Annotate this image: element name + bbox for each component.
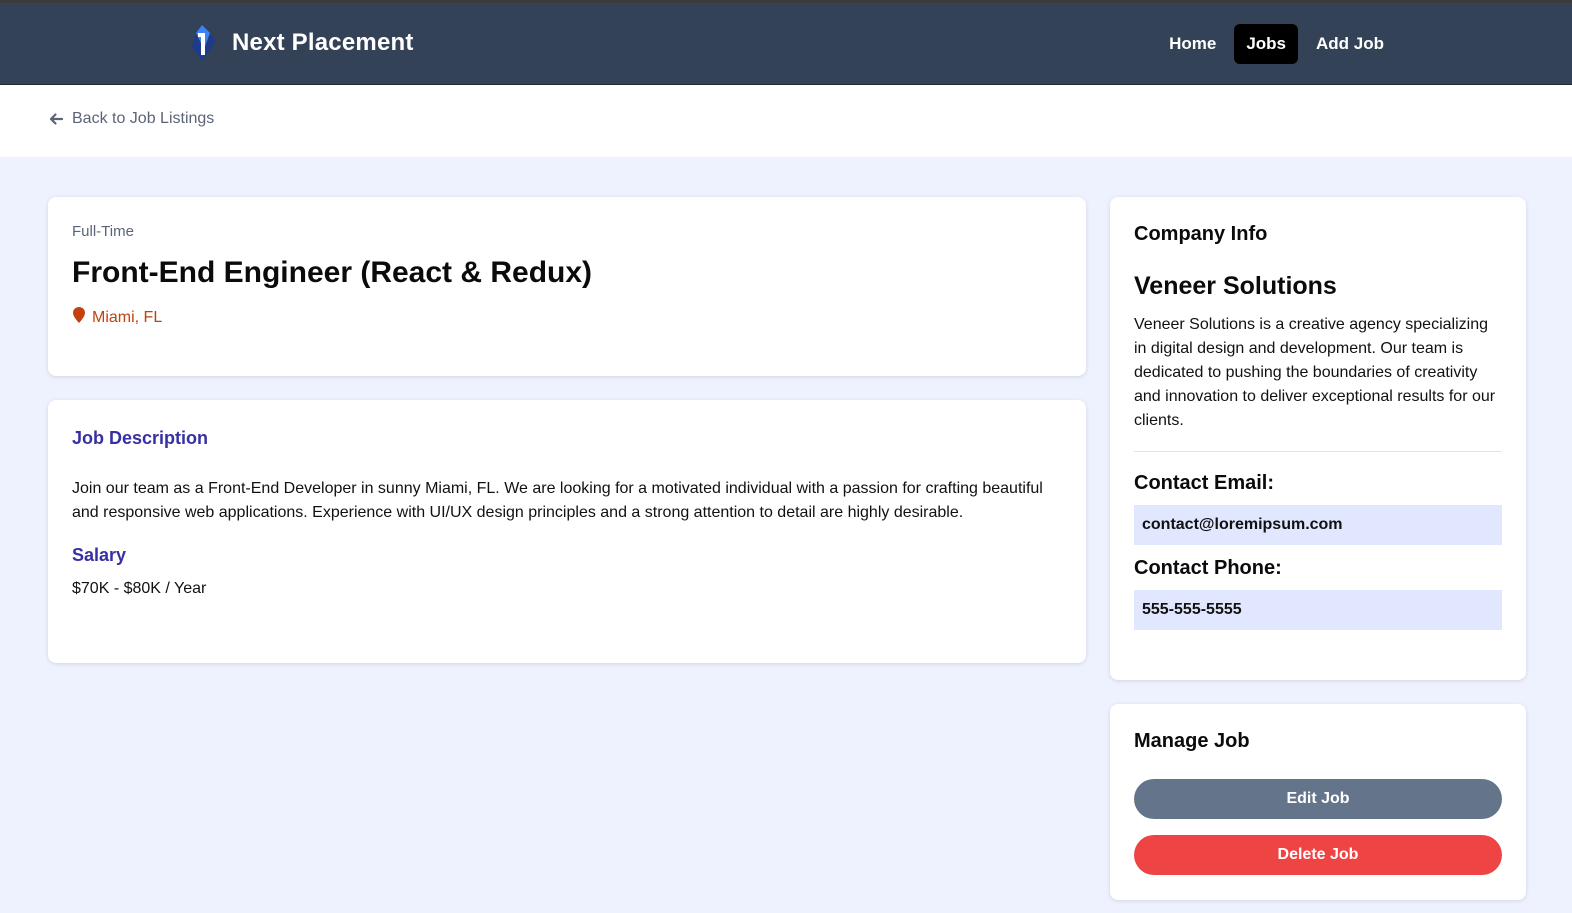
job-title: Front-End Engineer (React & Redux) (72, 256, 593, 289)
job-description-card: Job Description Join our team as a Front… (48, 400, 1086, 663)
contact-email-value[interactable]: contact@loremipsum.com (1134, 505, 1502, 545)
brand-name: Next Placement (232, 29, 414, 56)
company-info-card: Company Info Veneer Solutions Veneer Sol… (1110, 197, 1526, 680)
company-info-heading: Company Info (1134, 223, 1268, 245)
job-location-text: Miami, FL (92, 308, 163, 326)
delete-job-button[interactable]: Delete Job (1134, 835, 1502, 875)
contact-phone-value[interactable]: 555-555-5555 (1134, 590, 1502, 630)
company-description: Veneer Solutions is a creative agency sp… (1134, 316, 1496, 429)
contact-phone-label: Contact Phone: (1134, 557, 1282, 579)
contact-email-label: Contact Email: (1134, 472, 1275, 494)
job-location: Miami, FL (72, 306, 1062, 329)
salary-heading: Salary (72, 545, 127, 565)
job-type: Full-Time (72, 223, 134, 240)
back-to-listings-link[interactable]: Back to Job Listings (48, 110, 214, 128)
nav-add-job-link[interactable]: Add Job (1304, 24, 1396, 64)
navbar: Next Placement Home Jobs Add Job (0, 3, 1572, 85)
brand-logo-icon (188, 23, 220, 63)
map-pin-icon (72, 306, 86, 329)
back-link-label: Back to Job Listings (72, 110, 215, 127)
nav-jobs-link[interactable]: Jobs (1234, 24, 1298, 64)
manage-job-card: Manage Job Edit Job Delete Job (1110, 704, 1526, 900)
arrow-left-icon (48, 111, 64, 127)
nav-links: Home Jobs Add Job (1157, 24, 1396, 64)
nav-home-link[interactable]: Home (1157, 24, 1228, 64)
edit-job-button[interactable]: Edit Job (1134, 779, 1502, 819)
job-description-text: Join our team as a Front-End Developer i… (72, 480, 1043, 521)
back-bar: Back to Job Listings (0, 85, 1572, 157)
company-name: Veneer Solutions (1134, 272, 1337, 300)
brand[interactable]: Next Placement (188, 23, 414, 63)
manage-job-heading: Manage Job (1134, 730, 1250, 752)
job-header-card: Full-Time Front-End Engineer (React & Re… (48, 197, 1086, 376)
job-description-heading: Job Description (72, 428, 209, 448)
salary-text: $70K - $80K / Year (72, 580, 207, 597)
divider (1134, 451, 1502, 452)
